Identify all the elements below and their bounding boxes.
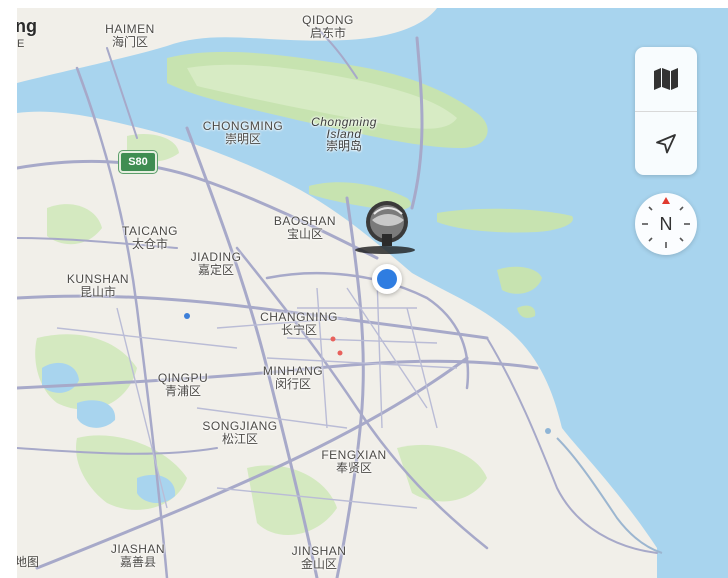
compass-button[interactable]: N	[635, 193, 697, 255]
landmark-photo-pin[interactable]	[352, 198, 418, 256]
poi-dots	[184, 313, 551, 434]
compass-north-label: N	[659, 214, 673, 234]
map-canvas[interactable]: ng E S80 QIDONG 启东市 HAIMEN 海门区 CHONGMING 崇明…	[17, 8, 728, 578]
location-arrow-icon	[656, 134, 676, 154]
locate-me-button[interactable]	[635, 112, 697, 176]
map-controls	[635, 47, 697, 175]
map-mode-button[interactable]	[635, 47, 697, 111]
map-icon	[654, 68, 678, 90]
user-location-dot[interactable]	[372, 264, 402, 294]
landmark-globe-icon	[355, 201, 415, 254]
